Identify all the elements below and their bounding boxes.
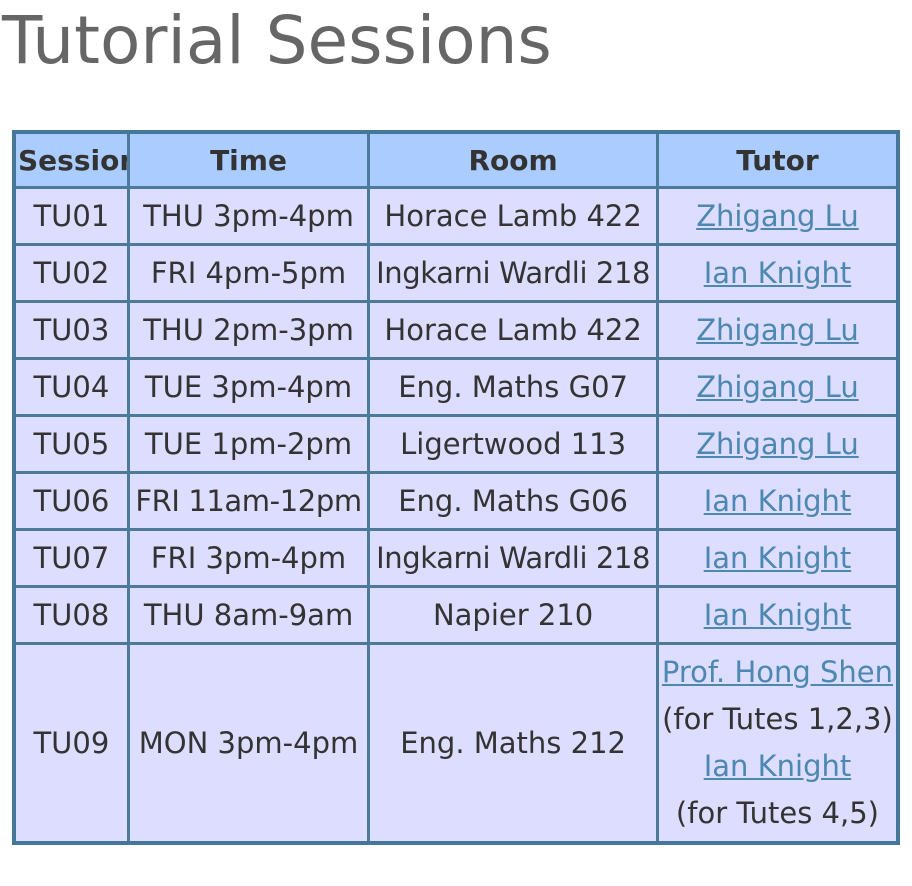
header-time: Time	[126, 130, 371, 189]
tutor-cell: Ian Knight	[655, 528, 900, 588]
table-row: TU09 MON 3pm-4pm Eng. Maths 212 Prof. Ho…	[12, 642, 900, 845]
header-tutor: Tutor	[655, 130, 900, 189]
page-title: Tutorial Sessions	[2, 2, 552, 79]
tutor-cell: Ian Knight	[655, 243, 900, 303]
tutor-link[interactable]: Zhigang Lu	[696, 370, 859, 404]
time-cell: TUE 3pm-4pm	[126, 357, 371, 417]
table-header-row: Session Time Room Tutor	[12, 130, 900, 189]
tutor-link[interactable]: Ian Knight	[704, 541, 852, 575]
tutor-link[interactable]: Zhigang Lu	[696, 199, 859, 233]
room-cell: Ingkarni Wardli 218	[367, 528, 659, 588]
session-cell: TU01	[12, 186, 130, 246]
session-cell: TU08	[12, 585, 130, 645]
table-row: TU03 THU 2pm-3pm Horace Lamb 422 Zhigang…	[12, 300, 900, 360]
tutor-cell: Zhigang Lu	[655, 186, 900, 246]
time-cell: THU 2pm-3pm	[126, 300, 371, 360]
tutor-note: (for Tutes 4,5)	[675, 796, 879, 830]
tutor-link[interactable]: Prof. Hong Shen	[662, 649, 893, 696]
table-row: TU01 THU 3pm-4pm Horace Lamb 422 Zhigang…	[12, 186, 900, 246]
room-cell: Horace Lamb 422	[367, 300, 659, 360]
tutor-list: Prof. Hong Shen (for Tutes 1,2,3) Ian Kn…	[661, 649, 894, 837]
table-row: TU04 TUE 3pm-4pm Eng. Maths G07 Zhigang …	[12, 357, 900, 417]
tutor-link[interactable]: Zhigang Lu	[696, 313, 859, 347]
tutor-link[interactable]: Zhigang Lu	[696, 427, 859, 461]
table-row: TU02 FRI 4pm-5pm Ingkarni Wardli 218 Ian…	[12, 243, 900, 303]
time-cell: FRI 3pm-4pm	[126, 528, 371, 588]
header-session: Session	[12, 130, 130, 189]
header-room: Room	[367, 130, 659, 189]
tutor-cell: Zhigang Lu	[655, 300, 900, 360]
time-cell: FRI 4pm-5pm	[126, 243, 371, 303]
room-cell: Napier 210	[367, 585, 659, 645]
tutorial-sessions-table: Session Time Room Tutor TU01 THU 3pm-4pm…	[12, 130, 900, 845]
tutor-link[interactable]: Ian Knight	[704, 598, 852, 632]
tutor-cell: Zhigang Lu	[655, 414, 900, 474]
session-cell: TU04	[12, 357, 130, 417]
session-cell: TU02	[12, 243, 130, 303]
tutor-cell: Zhigang Lu	[655, 357, 900, 417]
tutor-note: (for Tutes 1,2,3)	[662, 702, 893, 736]
room-cell: Ingkarni Wardli 218	[367, 243, 659, 303]
room-cell: Horace Lamb 422	[367, 186, 659, 246]
tutor-cell: Ian Knight	[655, 585, 900, 645]
session-cell: TU05	[12, 414, 130, 474]
table-row: TU05 TUE 1pm-2pm Ligertwood 113 Zhigang …	[12, 414, 900, 474]
session-cell: TU03	[12, 300, 130, 360]
tutor-cell: Ian Knight	[655, 471, 900, 531]
session-cell: TU09	[12, 642, 130, 845]
tutor-link[interactable]: Ian Knight	[704, 484, 852, 518]
time-cell: THU 3pm-4pm	[126, 186, 371, 246]
time-cell: TUE 1pm-2pm	[126, 414, 371, 474]
room-cell: Eng. Maths G06	[367, 471, 659, 531]
time-cell: FRI 11am-12pm	[126, 471, 371, 531]
table-row: TU07 FRI 3pm-4pm Ingkarni Wardli 218 Ian…	[12, 528, 900, 588]
time-cell: MON 3pm-4pm	[126, 642, 371, 845]
table-row: TU06 FRI 11am-12pm Eng. Maths G06 Ian Kn…	[12, 471, 900, 531]
tutor-link[interactable]: Ian Knight	[704, 256, 852, 290]
session-cell: TU06	[12, 471, 130, 531]
table-row: TU08 THU 8am-9am Napier 210 Ian Knight	[12, 585, 900, 645]
time-cell: THU 8am-9am	[126, 585, 371, 645]
room-cell: Eng. Maths 212	[367, 642, 659, 845]
tutor-cell: Prof. Hong Shen (for Tutes 1,2,3) Ian Kn…	[655, 642, 900, 845]
tutor-link[interactable]: Ian Knight	[704, 743, 852, 790]
room-cell: Ligertwood 113	[367, 414, 659, 474]
session-cell: TU07	[12, 528, 130, 588]
room-cell: Eng. Maths G07	[367, 357, 659, 417]
